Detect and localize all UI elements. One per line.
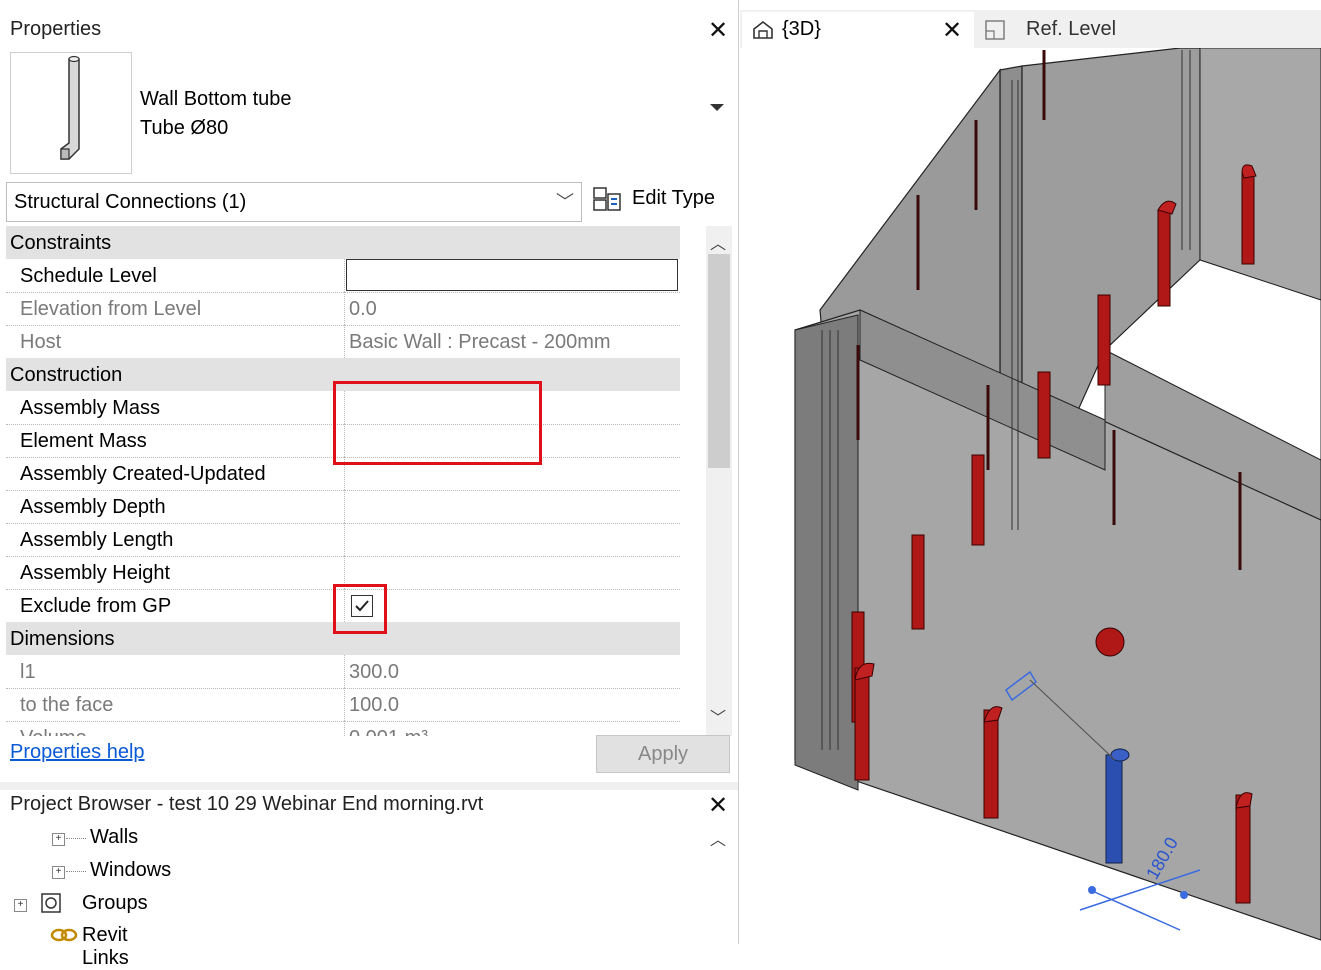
property-label: Assembly Created-Updated	[20, 463, 266, 485]
property-row[interactable]: to the face 100.0	[6, 688, 680, 722]
property-label: Exclude from GP	[20, 595, 172, 617]
close-properties-icon[interactable]: ✕	[708, 16, 728, 45]
property-row[interactable]: Assembly Length	[6, 523, 680, 557]
edit-type-icon	[593, 187, 621, 211]
tab-ref-level[interactable]: Ref. Level	[984, 12, 1184, 48]
property-row[interactable]: Host Basic Wall : Precast - 200mm	[6, 325, 680, 359]
property-label: Assembly Mass	[20, 397, 161, 419]
property-label: Assembly Height	[20, 562, 171, 584]
floor-plan-icon	[985, 20, 1005, 40]
property-label: Schedule Level	[20, 265, 157, 287]
property-row[interactable]: l1 300.0	[6, 655, 680, 689]
3d-model-canvas[interactable]	[739, 48, 1321, 944]
category-label: Constraints	[10, 232, 112, 254]
property-label: l1	[20, 661, 36, 683]
property-value: 300.0	[349, 661, 400, 683]
tab-label: Ref. Level	[1026, 18, 1117, 40]
properties-title: Properties	[10, 18, 102, 40]
property-row[interactable]: Elevation from Level 0.0	[6, 292, 680, 326]
chevron-down-icon[interactable]: ﹀	[556, 188, 574, 214]
properties-help-link[interactable]: Properties help	[10, 741, 145, 764]
property-row[interactable]: Volume 0.001 m³	[6, 721, 680, 736]
scrollbar-thumb[interactable]	[708, 254, 730, 468]
property-label: Volume	[20, 727, 87, 736]
close-project-browser-icon[interactable]: ✕	[708, 791, 728, 820]
category-label: Construction	[10, 364, 123, 386]
tube-preview-icon	[60, 55, 80, 160]
type-thumbnail[interactable]	[10, 52, 132, 174]
collapse-icon[interactable]: ⌃	[678, 230, 680, 250]
link-icon	[50, 928, 78, 942]
tree-label: Revit Links	[82, 924, 129, 969]
property-value: Basic Wall : Precast - 200mm	[349, 331, 611, 353]
category-constraints[interactable]: Constraints ⌃	[6, 226, 680, 259]
filter-label: Structural Connections (1)	[14, 191, 247, 213]
property-label: to the face	[20, 694, 114, 716]
category-label: Dimensions	[10, 628, 115, 650]
property-grid: Constraints ⌃ Schedule Level Elevation f…	[6, 226, 680, 736]
property-label: Assembly Depth	[20, 496, 166, 518]
property-label: Elevation from Level	[20, 298, 202, 320]
property-label: Host	[20, 331, 62, 353]
type-subname[interactable]: Tube Ø80	[140, 117, 228, 140]
tab-label: {3D}	[782, 18, 821, 40]
groups-icon	[41, 893, 61, 913]
scroll-up-icon[interactable]: ︿	[710, 230, 726, 254]
edit-type-label: Edit Type	[632, 187, 716, 209]
3d-house-icon	[753, 20, 773, 39]
edit-type-button[interactable]: Edit Type	[592, 184, 732, 218]
property-label: Element Mass	[20, 430, 147, 452]
property-label: Assembly Length	[20, 529, 174, 551]
scroll-down-icon[interactable]: ﹀	[710, 704, 726, 728]
property-row[interactable]: Assembly Depth	[6, 490, 680, 524]
property-value: 0.001 m³	[349, 727, 428, 736]
type-selector-dropdown-icon[interactable]	[710, 104, 724, 111]
property-value: 0.0	[349, 298, 377, 320]
mass-highlight-box	[333, 381, 542, 465]
expand-icon[interactable]: +	[14, 899, 27, 912]
collapse-icon[interactable]: ⌃	[678, 626, 680, 646]
close-tab-icon[interactable]: ✕	[942, 16, 962, 45]
tab-3d[interactable]: {3D} ✕	[742, 12, 974, 48]
property-row[interactable]: Schedule Level	[6, 259, 680, 293]
apply-button[interactable]: Apply	[596, 735, 730, 773]
schedule-level-field[interactable]	[346, 259, 678, 291]
tree-label: Groups	[82, 892, 148, 914]
project-browser-title: Project Browser - test 10 29 Webinar End…	[10, 793, 484, 815]
expand-icon[interactable]: +	[52, 833, 65, 846]
property-value: 100.0	[349, 694, 400, 716]
collapse-icon[interactable]: ⌃	[678, 362, 680, 382]
checkbox-highlight-box	[333, 584, 387, 634]
scroll-up-icon[interactable]: ︿	[710, 826, 726, 850]
expand-icon[interactable]: +	[52, 866, 65, 879]
tree-label: Windows	[90, 859, 172, 881]
tree-label: Walls	[90, 826, 139, 848]
type-name[interactable]: Wall Bottom tube	[140, 88, 292, 111]
panel-divider[interactable]	[0, 782, 738, 790]
